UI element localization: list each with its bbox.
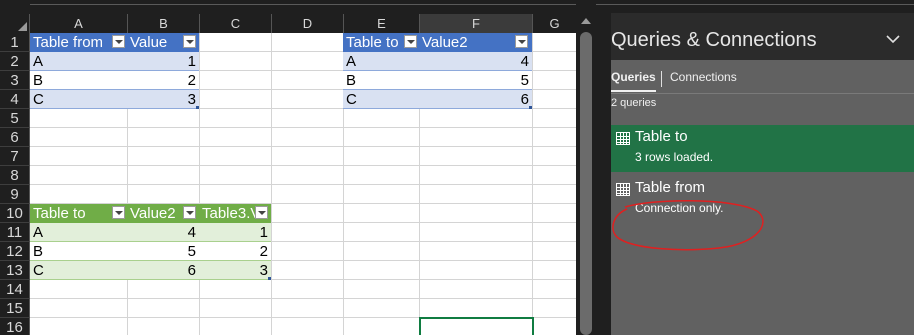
table-cell[interactable]: 3: [199, 261, 271, 280]
table-cell[interactable]: 1: [199, 223, 271, 242]
table-cell[interactable]: 4: [127, 223, 199, 242]
pane-body: Queries Connections 2 queries Table to 3…: [611, 60, 914, 335]
filter-dropdown-icon[interactable]: [404, 35, 417, 48]
filter-dropdown-icon[interactable]: [515, 35, 528, 48]
header-label: Table3.V: [202, 205, 261, 222]
row-header[interactable]: 4: [0, 90, 30, 109]
row-header[interactable]: 7: [0, 147, 30, 166]
scrollbar-thumb[interactable]: [580, 32, 592, 335]
row-header[interactable]: 5: [0, 109, 30, 128]
table-resize-handle[interactable]: [268, 277, 271, 280]
table-header-cell[interactable]: Table to: [343, 33, 419, 52]
table-cell[interactable]: A: [30, 223, 127, 242]
query-name: Table to: [635, 128, 688, 145]
header-label: Table to: [33, 205, 86, 222]
column-header-a[interactable]: A: [30, 14, 128, 33]
select-all-corner[interactable]: [0, 14, 30, 33]
table-cell[interactable]: A: [343, 52, 419, 71]
table-cell[interactable]: C: [30, 261, 127, 280]
tab-queries[interactable]: Queries: [611, 70, 656, 84]
queries-connections-pane: Queries & Connections Queries Connection…: [596, 0, 914, 335]
header-label: Value: [130, 34, 168, 51]
spreadsheet[interactable]: A B C D E F G 1 2 3 4 5 6 7 8 9 10 11 12…: [0, 0, 576, 335]
row-header[interactable]: 16: [0, 318, 30, 335]
table-cell[interactable]: B: [30, 71, 127, 90]
filter-dropdown-icon[interactable]: [255, 206, 268, 219]
row-header[interactable]: 1: [0, 33, 30, 52]
table-icon: [616, 183, 630, 196]
filter-dropdown-icon[interactable]: [183, 35, 196, 48]
table-icon: [616, 132, 630, 145]
table-header-cell[interactable]: Value: [127, 33, 199, 52]
table-header-cell[interactable]: Value2: [127, 204, 199, 223]
column-header-c[interactable]: C: [200, 14, 272, 33]
red-circle-annotation: [612, 200, 764, 251]
row-header[interactable]: 15: [0, 299, 30, 318]
filter-dropdown-icon[interactable]: [112, 35, 125, 48]
pane-title: Queries & Connections: [611, 29, 817, 51]
header-label: Value2: [130, 205, 176, 222]
table-cell[interactable]: B: [343, 71, 419, 90]
filter-dropdown-icon[interactable]: [183, 206, 196, 219]
formula-bar-strip: [0, 0, 576, 12]
query-count: 2 queries: [611, 97, 657, 109]
tab-divider: [661, 71, 662, 87]
table-cell[interactable]: 5: [419, 71, 532, 90]
table-cell[interactable]: 2: [127, 71, 199, 90]
table-header-cell[interactable]: Value2: [419, 33, 532, 52]
row-header[interactable]: 3: [0, 71, 30, 90]
table-resize-handle[interactable]: [529, 106, 532, 109]
column-header-b[interactable]: B: [128, 14, 200, 33]
row-header[interactable]: 9: [0, 185, 30, 204]
table-header-cell[interactable]: Table3.V: [199, 204, 271, 223]
table-cell[interactable]: C: [343, 90, 419, 109]
table-cell[interactable]: 6: [419, 90, 532, 109]
table-cell[interactable]: A: [30, 52, 127, 71]
vertical-scrollbar[interactable]: [576, 0, 596, 335]
query-name: Table from: [635, 179, 706, 196]
column-header-f[interactable]: F: [420, 14, 533, 33]
scroll-up-arrow-icon[interactable]: [581, 18, 591, 24]
table-cell[interactable]: C: [30, 90, 127, 109]
table-cell[interactable]: B: [30, 242, 127, 261]
header-label: Table to: [346, 34, 399, 51]
table-cell[interactable]: 1: [127, 52, 199, 71]
row-header[interactable]: 13: [0, 261, 30, 280]
table-cell[interactable]: 6: [127, 261, 199, 280]
column-header-d[interactable]: D: [272, 14, 344, 33]
filter-dropdown-icon[interactable]: [112, 206, 125, 219]
row-header[interactable]: 10: [0, 204, 30, 223]
row-header[interactable]: 14: [0, 280, 30, 299]
header-label: Table from: [33, 34, 104, 51]
table-cell[interactable]: 2: [199, 242, 271, 261]
table-resize-handle[interactable]: [196, 106, 199, 109]
column-header-e[interactable]: E: [344, 14, 420, 33]
row-header[interactable]: 8: [0, 166, 30, 185]
query-item-table-to[interactable]: Table to 3 rows loaded.: [611, 125, 914, 172]
query-status: 3 rows loaded.: [635, 150, 714, 164]
row-header[interactable]: 12: [0, 242, 30, 261]
row-header[interactable]: 2: [0, 52, 30, 71]
column-header-g[interactable]: G: [533, 14, 576, 33]
cell-grid[interactable]: Table from Value A 1 B 2 C 3 Table to Va…: [30, 33, 576, 335]
active-tab-indicator: [611, 90, 656, 92]
table-cell[interactable]: 3: [127, 90, 199, 109]
table-cell[interactable]: 5: [127, 242, 199, 261]
table-header-cell[interactable]: Table to: [30, 204, 127, 223]
row-header[interactable]: 6: [0, 128, 30, 147]
table-cell[interactable]: 4: [419, 52, 532, 71]
tab-connections[interactable]: Connections: [670, 70, 737, 84]
row-header[interactable]: 11: [0, 223, 30, 242]
header-label: Value2: [422, 34, 468, 51]
table-header-cell[interactable]: Table from: [30, 33, 127, 52]
divider: [611, 93, 914, 94]
chevron-down-icon[interactable]: [886, 31, 900, 49]
selected-cell[interactable]: [419, 317, 534, 335]
